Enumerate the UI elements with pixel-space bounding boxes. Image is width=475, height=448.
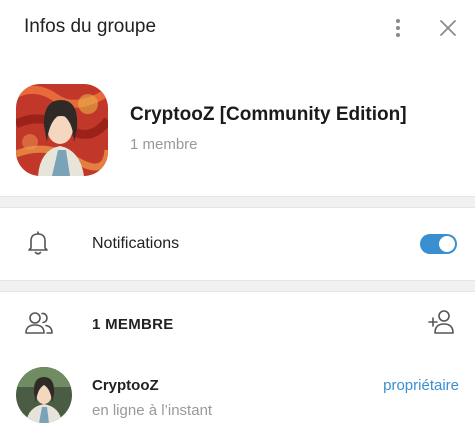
member-status: en ligne à l’instant [92, 402, 213, 419]
members-header: 1 MEMBRE [0, 292, 475, 356]
close-icon[interactable] [436, 16, 460, 40]
toggle-knob [439, 236, 455, 252]
members-count: 1 MEMBRE [92, 316, 174, 333]
people-icon [25, 312, 53, 334]
member-role-badge: propriétaire [383, 377, 459, 394]
group-info: CryptooZ [Community Edition] 1 membre [0, 56, 475, 196]
section-divider [0, 280, 475, 292]
notifications-row[interactable]: Notifications [0, 208, 475, 280]
add-user-icon[interactable] [426, 308, 458, 336]
member-name: CryptooZ [92, 377, 159, 394]
notifications-label: Notifications [92, 235, 180, 252]
section-divider [0, 196, 475, 208]
member-avatar [16, 367, 72, 423]
notifications-toggle[interactable] [420, 234, 457, 254]
panel-title: Infos du groupe [24, 16, 157, 37]
more-vertical-icon[interactable] [386, 14, 410, 42]
group-member-count: 1 membre [130, 136, 198, 153]
bell-icon [28, 231, 48, 255]
panel-header: Infos du groupe [0, 0, 475, 56]
member-list-item[interactable]: CryptooZ en ligne à l’instant propriétai… [0, 360, 475, 432]
group-avatar[interactable] [16, 84, 108, 176]
group-name: CryptooZ [Community Edition] [130, 104, 407, 125]
